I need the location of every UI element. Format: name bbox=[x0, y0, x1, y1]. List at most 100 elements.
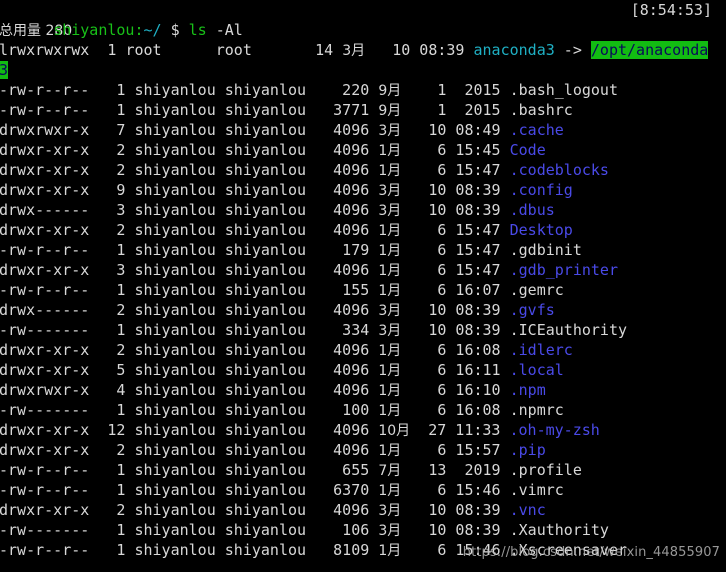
column-gap bbox=[306, 301, 315, 319]
column-gap bbox=[401, 301, 419, 319]
column-gap bbox=[216, 421, 225, 439]
symlink-day: 10 bbox=[392, 41, 411, 59]
column-gap bbox=[369, 541, 378, 559]
file-name[interactable]: Desktop bbox=[510, 221, 573, 239]
file-group: shiyanlou bbox=[224, 441, 307, 459]
column-gap bbox=[369, 141, 378, 159]
file-day: 10 bbox=[419, 501, 447, 519]
column-gap bbox=[306, 161, 315, 179]
column-gap bbox=[401, 141, 419, 159]
column-gap bbox=[369, 461, 378, 479]
column-gap bbox=[89, 381, 98, 399]
file-name[interactable]: .gvfs bbox=[510, 301, 555, 319]
column-gap bbox=[306, 121, 315, 139]
file-group: shiyanlou bbox=[224, 381, 307, 399]
column-gap bbox=[216, 361, 225, 379]
file-links: 12 bbox=[98, 421, 126, 439]
file-name[interactable]: .bashrc bbox=[510, 101, 573, 119]
file-day: 6 bbox=[419, 381, 447, 399]
file-name[interactable]: .oh-my-zsh bbox=[509, 421, 599, 439]
file-perms: drwx------ bbox=[0, 201, 90, 219]
gap-1 bbox=[89, 41, 107, 59]
column-gap bbox=[216, 381, 225, 399]
file-perms: -rw-r--r-- bbox=[0, 281, 90, 299]
file-owner: shiyanlou bbox=[134, 381, 216, 399]
file-name[interactable]: .npm bbox=[510, 381, 546, 399]
file-name[interactable]: .gemrc bbox=[510, 281, 564, 299]
file-size: 179 bbox=[315, 241, 370, 259]
file-perms: drwxr-xr-x bbox=[0, 361, 90, 379]
column-gap bbox=[446, 421, 455, 439]
column-gap bbox=[216, 121, 225, 139]
file-group: shiyanlou bbox=[224, 261, 307, 279]
symlink-target[interactable]: /opt/anaconda bbox=[590, 41, 709, 59]
gap-9 bbox=[555, 41, 564, 59]
column-gap bbox=[306, 281, 315, 299]
table-row: drwxr-xr-x 2 shiyanlou shiyanlou 4096 1月… bbox=[0, 440, 726, 460]
column-gap bbox=[401, 481, 419, 499]
command-name: ls bbox=[188, 21, 207, 39]
file-perms: -rw------- bbox=[0, 401, 90, 419]
file-owner: shiyanlou bbox=[134, 461, 216, 479]
file-name[interactable]: .npmrc bbox=[510, 401, 564, 419]
file-perms: drwxr-xr-x bbox=[0, 501, 90, 519]
file-links: 2 bbox=[98, 441, 126, 459]
file-time: 08:39 bbox=[455, 321, 501, 339]
file-day: 10 bbox=[419, 521, 447, 539]
file-size: 155 bbox=[315, 281, 370, 299]
file-links: 1 bbox=[98, 281, 126, 299]
symlink-name[interactable]: anaconda3 bbox=[473, 41, 554, 59]
table-row: drwxr-xr-x 2 shiyanlou shiyanlou 4096 3月… bbox=[0, 500, 726, 520]
file-time: 16:08 bbox=[455, 401, 501, 419]
file-name[interactable]: .cache bbox=[510, 121, 564, 139]
file-group: shiyanlou bbox=[224, 141, 307, 159]
file-name[interactable]: .pip bbox=[510, 441, 546, 459]
prompt-user-host: shiyanlou: bbox=[53, 21, 144, 39]
file-name[interactable]: .gdbinit bbox=[510, 241, 582, 259]
file-name[interactable]: .profile bbox=[510, 461, 582, 479]
file-name[interactable]: .local bbox=[510, 361, 564, 379]
column-gap bbox=[401, 521, 419, 539]
column-gap bbox=[216, 221, 225, 239]
file-day: 6 bbox=[419, 161, 447, 179]
file-month: 9月 bbox=[378, 83, 402, 99]
column-gap bbox=[216, 281, 225, 299]
file-name[interactable]: .ICEauthority bbox=[510, 321, 627, 339]
file-owner: shiyanlou bbox=[134, 201, 216, 219]
file-links: 2 bbox=[98, 301, 126, 319]
column-gap bbox=[369, 321, 378, 339]
file-name[interactable]: Code bbox=[510, 141, 546, 159]
file-name[interactable]: .codeblocks bbox=[510, 161, 609, 179]
table-row: -rw------- 1 shiyanlou shiyanlou 100 1月 … bbox=[0, 400, 726, 420]
file-name[interactable]: .gdb_printer bbox=[510, 261, 618, 279]
file-size: 106 bbox=[315, 521, 370, 539]
column-gap bbox=[216, 401, 225, 419]
file-month: 3月 bbox=[378, 183, 402, 199]
file-name[interactable]: .vnc bbox=[510, 501, 546, 519]
file-name[interactable]: .Xauthority bbox=[510, 521, 609, 539]
file-size: 4096 bbox=[315, 181, 370, 199]
file-perms: drwxr-xr-x bbox=[0, 441, 90, 459]
file-name[interactable]: .config bbox=[510, 181, 573, 199]
column-gap bbox=[216, 301, 225, 319]
file-name[interactable]: .bash_logout bbox=[510, 81, 618, 99]
column-gap bbox=[369, 261, 378, 279]
file-time: 08:39 bbox=[455, 521, 501, 539]
file-month: 1月 bbox=[378, 363, 402, 379]
file-perms: drwx------ bbox=[0, 301, 90, 319]
column-gap bbox=[401, 201, 419, 219]
column-gap bbox=[216, 441, 225, 459]
column-gap bbox=[401, 241, 419, 259]
file-name[interactable]: .idlerc bbox=[510, 341, 573, 359]
file-name[interactable]: .dbus bbox=[510, 201, 555, 219]
file-month: 1月 bbox=[378, 443, 402, 459]
column-gap bbox=[401, 441, 419, 459]
file-links: 3 bbox=[98, 261, 126, 279]
file-name[interactable]: .vimrc bbox=[510, 481, 564, 499]
file-time: 2019 bbox=[455, 461, 501, 479]
gap-6 bbox=[365, 41, 392, 59]
file-time: 15:45 bbox=[455, 141, 501, 159]
terminal-window[interactable]: shiyanlou:~/ $ ls -Al [8:54:53] 总用量 280 … bbox=[0, 0, 726, 572]
file-month: 1月 bbox=[378, 143, 402, 159]
column-gap bbox=[401, 401, 419, 419]
